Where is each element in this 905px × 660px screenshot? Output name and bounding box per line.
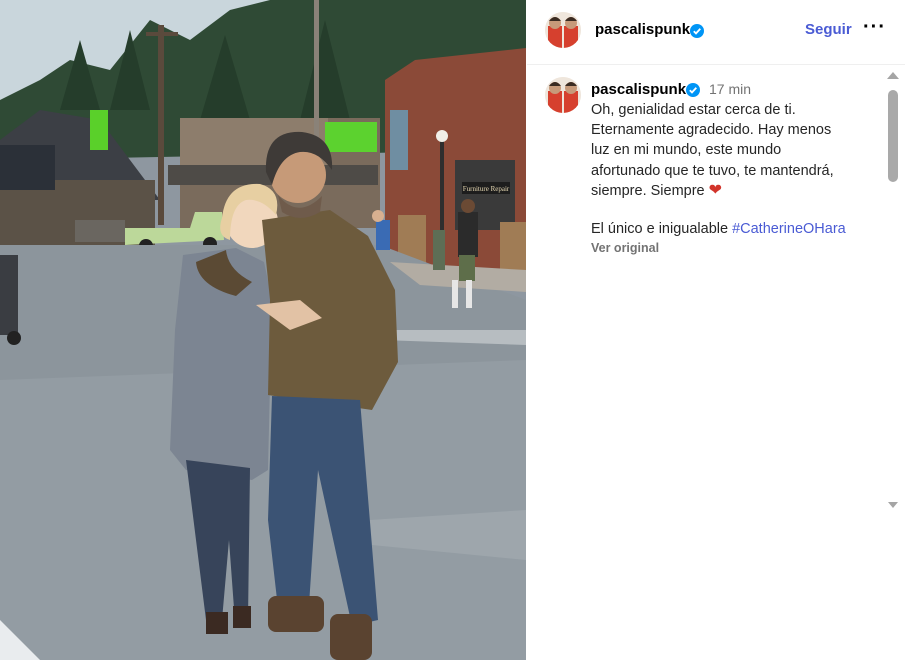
caption-second-line: El único e inigualable #CatherineOHara: [591, 221, 846, 237]
avatar-image: [545, 12, 581, 48]
verified-badge-icon: [686, 83, 700, 97]
more-options-icon[interactable]: ···: [863, 16, 885, 44]
post-header: pascalispunk Seguir ···: [527, 0, 905, 65]
post-photo-scene: Furniture Repair: [0, 0, 526, 660]
avatar-image: [545, 77, 581, 113]
caption-avatar[interactable]: [545, 77, 581, 113]
post-photo[interactable]: Furniture Repair: [0, 0, 526, 660]
caption-username[interactable]: pascalispunk: [591, 81, 686, 98]
follow-button[interactable]: Seguir: [805, 21, 852, 38]
post-username[interactable]: pascalispunk: [595, 21, 690, 38]
caption-second-prefix: El único e inigualable: [591, 221, 733, 237]
verified-badge-icon: [690, 24, 704, 38]
caption-text: Oh, genialidad estar cerca de ti. Eterna…: [591, 100, 866, 201]
post-sidebar: pascalispunk Seguir ··· pascalispunk 17 …: [527, 0, 905, 660]
scrollbar[interactable]: [881, 68, 903, 518]
scroll-down-arrow-icon[interactable]: [888, 502, 898, 508]
hashtag-link[interactable]: #CatherineOHara: [732, 221, 846, 237]
scrollbar-thumb[interactable]: [888, 90, 898, 182]
red-heart-emoji: ❤: [708, 181, 723, 199]
see-original-button[interactable]: Ver original: [591, 241, 659, 255]
post-timestamp[interactable]: 17 min: [709, 81, 751, 97]
avatar[interactable]: [545, 12, 581, 48]
shop-sign: Furniture Repair: [463, 185, 510, 193]
scroll-up-arrow-icon[interactable]: [887, 72, 899, 79]
